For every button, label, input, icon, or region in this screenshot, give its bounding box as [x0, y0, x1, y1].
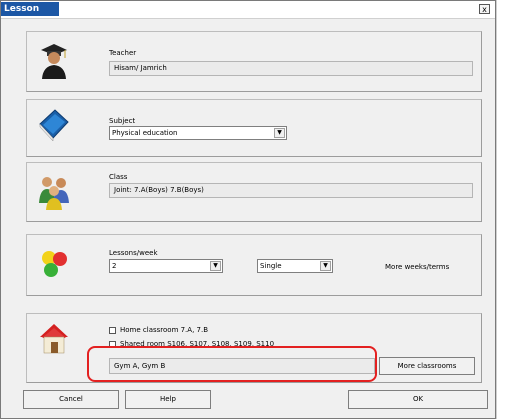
classroom-house-icon [40, 324, 68, 354]
lesson-dialog: Lesson x Teacher Hisam/ Jamrich Subject … [0, 0, 496, 419]
dropdown-arrow-icon[interactable]: ▼ [320, 261, 331, 271]
more-weeks-link[interactable]: More weeks/terms [385, 263, 449, 271]
more-classrooms-button[interactable]: More classrooms [379, 357, 475, 375]
subject-label: Subject [109, 117, 136, 125]
window-title: Lesson [1, 2, 59, 16]
dropdown-arrow-icon[interactable]: ▼ [210, 261, 221, 271]
lessons-panel: Lessons/week 2 ▼ Single ▼ More weeks/ter… [26, 234, 482, 296]
class-label: Class [109, 173, 128, 181]
home-classroom-label: Home classroom 7.A, 7.B [120, 326, 209, 334]
lessons-type-value: Single [260, 262, 282, 270]
subject-book-icon [39, 109, 69, 142]
class-panel: Class Joint: 7.A(Boys) 7.B(Boys) [26, 162, 482, 222]
dropdown-arrow-icon[interactable]: ▼ [274, 128, 285, 138]
lessons-balls-icon [42, 251, 67, 277]
class-field[interactable]: Joint: 7.A(Boys) 7.B(Boys) [109, 183, 473, 198]
scrollbar[interactable] [496, 0, 512, 419]
subject-value: Physical education [112, 129, 178, 137]
subject-select[interactable]: Physical education ▼ [109, 126, 287, 140]
subject-panel: Subject Physical education ▼ [26, 99, 482, 157]
close-icon[interactable]: x [479, 4, 490, 14]
cancel-button[interactable]: Cancel [23, 390, 119, 409]
teacher-panel: Teacher Hisam/ Jamrich [26, 31, 482, 92]
lessons-type-select[interactable]: Single ▼ [257, 259, 333, 273]
teacher-field[interactable]: Hisam/ Jamrich [109, 61, 473, 76]
teacher-label: Teacher [109, 49, 137, 57]
ok-button[interactable]: OK [348, 390, 488, 409]
highlight-box [87, 346, 377, 382]
home-classroom-checkbox[interactable] [109, 327, 116, 334]
teacher-icon [41, 44, 67, 79]
lessons-count-select[interactable]: 2 ▼ [109, 259, 223, 273]
class-students-icon [39, 177, 69, 210]
title-bar: Lesson x [1, 1, 495, 19]
lessons-count-value: 2 [112, 262, 117, 270]
lessons-label: Lessons/week [109, 249, 158, 257]
help-button[interactable]: Help [125, 390, 211, 409]
